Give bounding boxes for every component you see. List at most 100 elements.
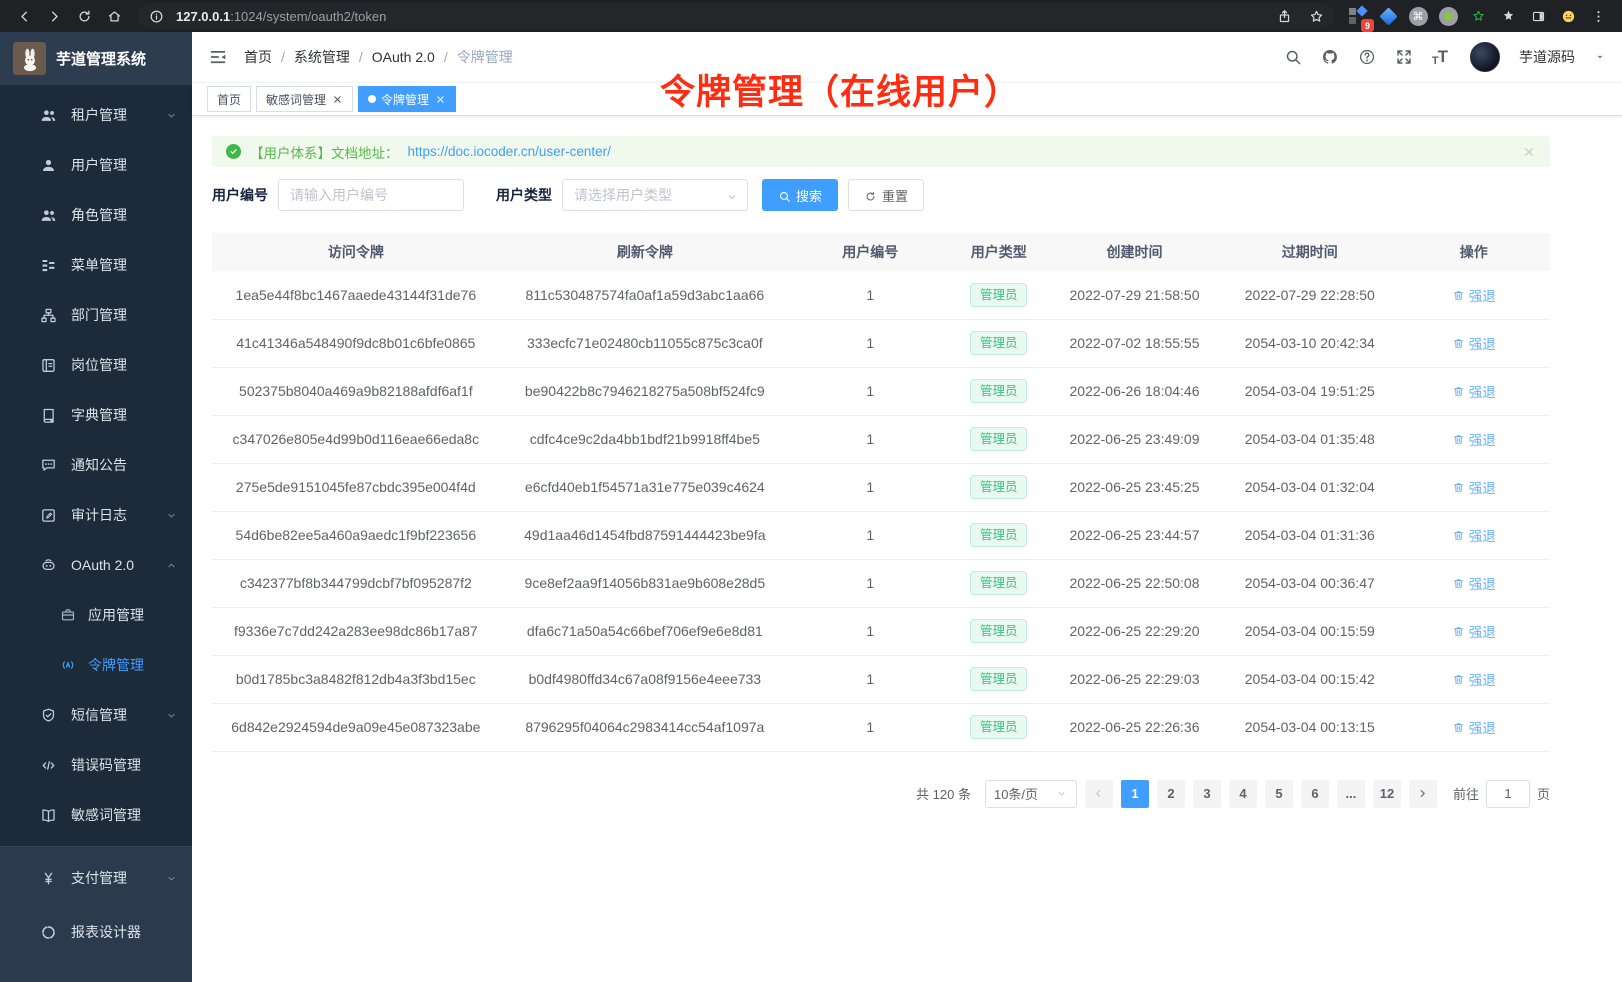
github-icon[interactable]: [1321, 48, 1339, 66]
force-logout-button[interactable]: 强退: [1452, 381, 1496, 401]
extensions-grid-icon[interactable]: 9: [1346, 4, 1370, 28]
goto-page-input[interactable]: [1486, 780, 1530, 808]
forward-icon[interactable]: [42, 4, 66, 28]
tab-home[interactable]: 首页: [207, 86, 251, 112]
sidebar-item-sensitive-word[interactable]: 敏感词管理: [0, 790, 192, 840]
user-avatar[interactable]: [1470, 42, 1500, 72]
sidebar-item-notice[interactable]: 通知公告: [0, 440, 192, 490]
breadcrumb-item[interactable]: 系统管理: [294, 47, 350, 67]
page-button-5[interactable]: 5: [1265, 780, 1293, 808]
table-row: 1ea5e44f8bc1467aaede43144f31de76811c5304…: [212, 271, 1550, 319]
user-id-input[interactable]: [278, 179, 464, 211]
recorder-extension-icon[interactable]: [1436, 4, 1460, 28]
star-extension-icon[interactable]: [1466, 4, 1490, 28]
sidebar-item-error-code[interactable]: 错误码管理: [0, 740, 192, 790]
page-button-1[interactable]: 1: [1121, 780, 1149, 808]
sidebar-item-user[interactable]: 用户管理: [0, 140, 192, 190]
more-pages-button[interactable]: ...: [1337, 780, 1365, 808]
sidebar-item-dict[interactable]: 字典管理: [0, 390, 192, 440]
sidebar-item-report-designer[interactable]: 报表设计器: [0, 905, 192, 959]
alert-link[interactable]: https://doc.iocoder.cn/user-center/: [408, 144, 611, 159]
sidebar-item-dept[interactable]: 部门管理: [0, 290, 192, 340]
collapse-menu-icon[interactable]: [208, 47, 228, 67]
sidebar-item-oauth2[interactable]: OAuth 2.0: [0, 540, 192, 590]
next-page-button[interactable]: [1409, 780, 1437, 808]
breadcrumb-separator: /: [359, 49, 363, 65]
force-logout-button[interactable]: 强退: [1452, 429, 1496, 449]
pinwheel-extension-icon[interactable]: [1496, 4, 1520, 28]
force-logout-button[interactable]: 强退: [1452, 525, 1496, 545]
user-type-cell: 管理员: [951, 607, 1047, 655]
sidebar-item-oauth2-token[interactable]: 令牌管理: [0, 640, 192, 690]
refresh-token-cell: dfa6c71a50a54c66bef706ef9e6e8d81: [500, 607, 790, 655]
close-icon[interactable]: [332, 94, 343, 105]
breadcrumb-item[interactable]: OAuth 2.0: [372, 49, 435, 65]
force-logout-button[interactable]: 强退: [1452, 669, 1496, 689]
home-icon[interactable]: [102, 4, 126, 28]
force-logout-label: 强退: [1469, 477, 1496, 497]
sidebar-item-oauth2-app[interactable]: 应用管理: [0, 590, 192, 640]
username[interactable]: 芋道源码: [1519, 47, 1575, 67]
emoji-extension-icon[interactable]: [1556, 4, 1580, 28]
breadcrumb-item[interactable]: 首页: [244, 47, 272, 67]
alert-close-icon[interactable]: [1522, 145, 1536, 159]
force-logout-button[interactable]: 强退: [1452, 477, 1496, 497]
column-header: 用户编号: [790, 233, 951, 271]
sidebar-item-label: 支付管理: [71, 868, 127, 888]
back-icon[interactable]: [12, 4, 36, 28]
page-button-12[interactable]: 12: [1373, 780, 1401, 808]
sidebar-item-audit-log[interactable]: 审计日志: [0, 490, 192, 540]
page-button-3[interactable]: 3: [1193, 780, 1221, 808]
caret-down-icon[interactable]: [1594, 51, 1606, 63]
sidebar-item-pay[interactable]: 支付管理: [0, 851, 192, 905]
gem-extension-icon[interactable]: [1376, 4, 1400, 28]
user-type-badge: 管理员: [970, 379, 1028, 403]
search-icon[interactable]: [1284, 48, 1302, 66]
action-cell: 强退: [1397, 271, 1550, 319]
browser-menu-icon[interactable]: [1586, 4, 1610, 28]
force-logout-button[interactable]: 强退: [1452, 621, 1496, 641]
sidebar-item-sms[interactable]: 短信管理: [0, 690, 192, 740]
close-icon[interactable]: [435, 94, 446, 105]
force-logout-button[interactable]: 强退: [1452, 333, 1496, 353]
font-size-icon[interactable]: TT: [1432, 47, 1447, 67]
tab-sensitive-word[interactable]: 敏感词管理: [256, 86, 353, 112]
sidebar-item-role[interactable]: 角色管理: [0, 190, 192, 240]
user-type-badge: 管理员: [970, 427, 1028, 451]
extension-badge: 9: [1361, 19, 1374, 32]
page-button-6[interactable]: 6: [1301, 780, 1329, 808]
sidebar-item-menu[interactable]: 菜单管理: [0, 240, 192, 290]
reset-button[interactable]: 重置: [848, 179, 924, 211]
address-bar[interactable]: 127.0.0.1:1024/system/oauth2/token: [138, 3, 1334, 29]
page-size-select[interactable]: 10条/页: [985, 780, 1077, 808]
action-cell: 强退: [1397, 463, 1550, 511]
user-type-select-input[interactable]: [562, 179, 748, 211]
fullscreen-icon[interactable]: [1395, 48, 1413, 66]
help-icon[interactable]: [1358, 48, 1376, 66]
reload-icon[interactable]: [72, 4, 96, 28]
bookmark-star-icon[interactable]: [1304, 4, 1328, 28]
sidebar-item-tenant[interactable]: 租户管理: [0, 90, 192, 140]
user-id-cell: 1: [790, 463, 951, 511]
share-icon[interactable]: [1272, 4, 1296, 28]
page-button-2[interactable]: 2: [1157, 780, 1185, 808]
tab-token[interactable]: 令牌管理: [358, 86, 456, 112]
yen-icon: [40, 870, 57, 887]
chevron-down-icon: [165, 509, 178, 522]
page-button-4[interactable]: 4: [1229, 780, 1257, 808]
site-info-icon[interactable]: [144, 4, 168, 28]
user-type-select[interactable]: [562, 179, 748, 211]
search-button[interactable]: 搜索: [762, 179, 838, 211]
breadcrumb-separator: /: [281, 49, 285, 65]
chevron-down-icon: [165, 709, 178, 722]
side-panel-icon[interactable]: [1526, 4, 1550, 28]
user-type-badge: 管理员: [970, 523, 1028, 547]
sidebar-item-post[interactable]: 岗位管理: [0, 340, 192, 390]
main-area: 首页/系统管理/OAuth 2.0/令牌管理 TT 芋道源码 首页敏感词管理令牌…: [192, 32, 1622, 982]
command-extension-icon[interactable]: ⌘: [1406, 4, 1430, 28]
prev-page-button[interactable]: [1085, 780, 1113, 808]
force-logout-button[interactable]: 强退: [1452, 285, 1496, 305]
force-logout-button[interactable]: 强退: [1452, 573, 1496, 593]
app-logo[interactable]: 芋道管理系统: [0, 32, 192, 85]
force-logout-button[interactable]: 强退: [1452, 717, 1496, 737]
